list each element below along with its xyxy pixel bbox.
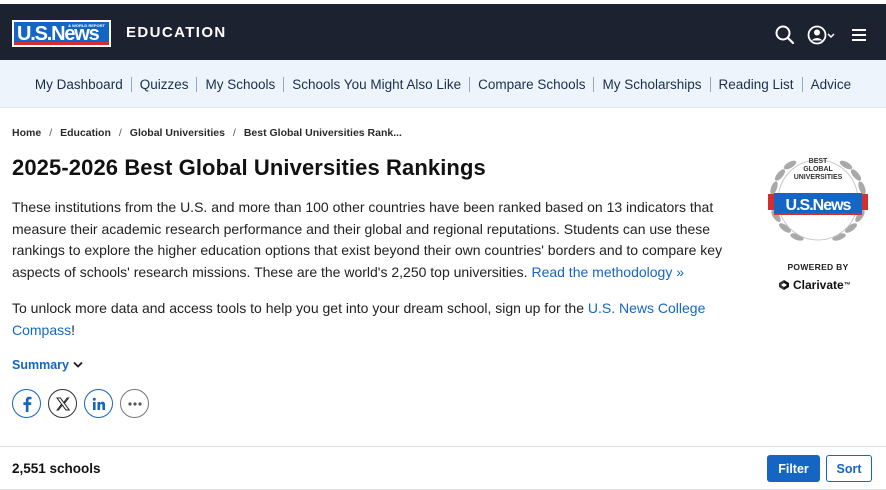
nav-quizzes[interactable]: Quizzes [130,76,197,92]
sort-button[interactable]: Sort [826,455,872,482]
sub-navigation: My Dashboard Quizzes My Schools Schools … [0,60,886,108]
best-global-universities-badge: BEST GLOBAL UNIVERSITIES U.S.News [760,150,876,250]
search-icon[interactable] [774,24,796,46]
nav-my-schools[interactable]: My Schools [196,76,283,92]
account-icon[interactable] [807,24,837,46]
breadcrumb-separator: / [49,127,53,139]
breadcrumb-separator: / [118,127,122,139]
methodology-link[interactable]: Read the methodology » [531,264,684,280]
breadcrumb: Home / Education / Global Universities /… [12,127,402,139]
x-icon [55,397,70,410]
linkedin-icon [92,397,105,410]
logo-subtext: & WORLD REPORT [68,23,105,28]
site-header: U.S.News & WORLD REPORT EDUCATION [0,0,886,60]
menu-icon[interactable] [850,24,872,46]
linkedin-share-button[interactable] [84,389,113,418]
badge-line-2: GLOBAL [803,166,833,173]
facebook-share-button[interactable] [12,389,41,418]
powered-by-label: POWERED BY [787,262,849,272]
summary-toggle[interactable]: Summary [12,358,83,372]
breadcrumb-separator: / [232,127,236,139]
clarivate-logo-icon [779,280,789,290]
nav-schools-you-might-like[interactable]: Schools You Might Also Like [283,76,469,92]
badge-line-1: BEST [809,158,828,165]
breadcrumb-current: Best Global Universities Rank... [243,127,402,139]
more-share-button[interactable] [120,389,149,418]
x-share-button[interactable] [48,389,77,418]
summary-label[interactable]: Summary [12,358,69,372]
results-toolbar: 2,551 schools Filter Sort [0,446,886,490]
chevron-down-icon [827,33,835,39]
breadcrumb-education[interactable]: Education [60,127,111,139]
clarivate-trademark: ™ [843,281,851,289]
badge-brand: U.S.News [786,197,852,214]
nav-my-dashboard[interactable]: My Dashboard [27,77,131,92]
nav-compare-schools[interactable]: Compare Schools [469,76,593,92]
page-title: 2025-2026 Best Global Universities Ranki… [12,155,486,180]
intro-paragraph: These institutions from the U.S. and mor… [12,197,752,283]
unlock-paragraph: To unlock more data and access tools to … [12,297,752,341]
unlock-text: To unlock more data and access tools to … [12,300,584,316]
badge-line-3: UNIVERSITIES [794,174,843,181]
chevron-down-icon [73,361,83,368]
nav-reading-list[interactable]: Reading List [709,76,802,92]
nav-advice[interactable]: Advice [801,76,860,92]
nav-my-scholarships[interactable]: My Scholarships [593,76,709,92]
usnews-logo[interactable]: U.S.News & WORLD REPORT [12,20,111,47]
school-count: 2,551 schools [12,461,101,476]
breadcrumb-global-universities[interactable]: Global Universities [130,127,225,139]
section-title[interactable]: EDUCATION [126,24,227,41]
facebook-icon [22,396,31,412]
more-icon [127,401,142,406]
breadcrumb-home[interactable]: Home [12,127,41,139]
clarivate-logo: Clarivate ™ [778,278,851,292]
unlock-end: ! [71,322,76,338]
filter-button[interactable]: Filter [767,455,820,482]
clarivate-text: Clarivate [793,278,844,292]
